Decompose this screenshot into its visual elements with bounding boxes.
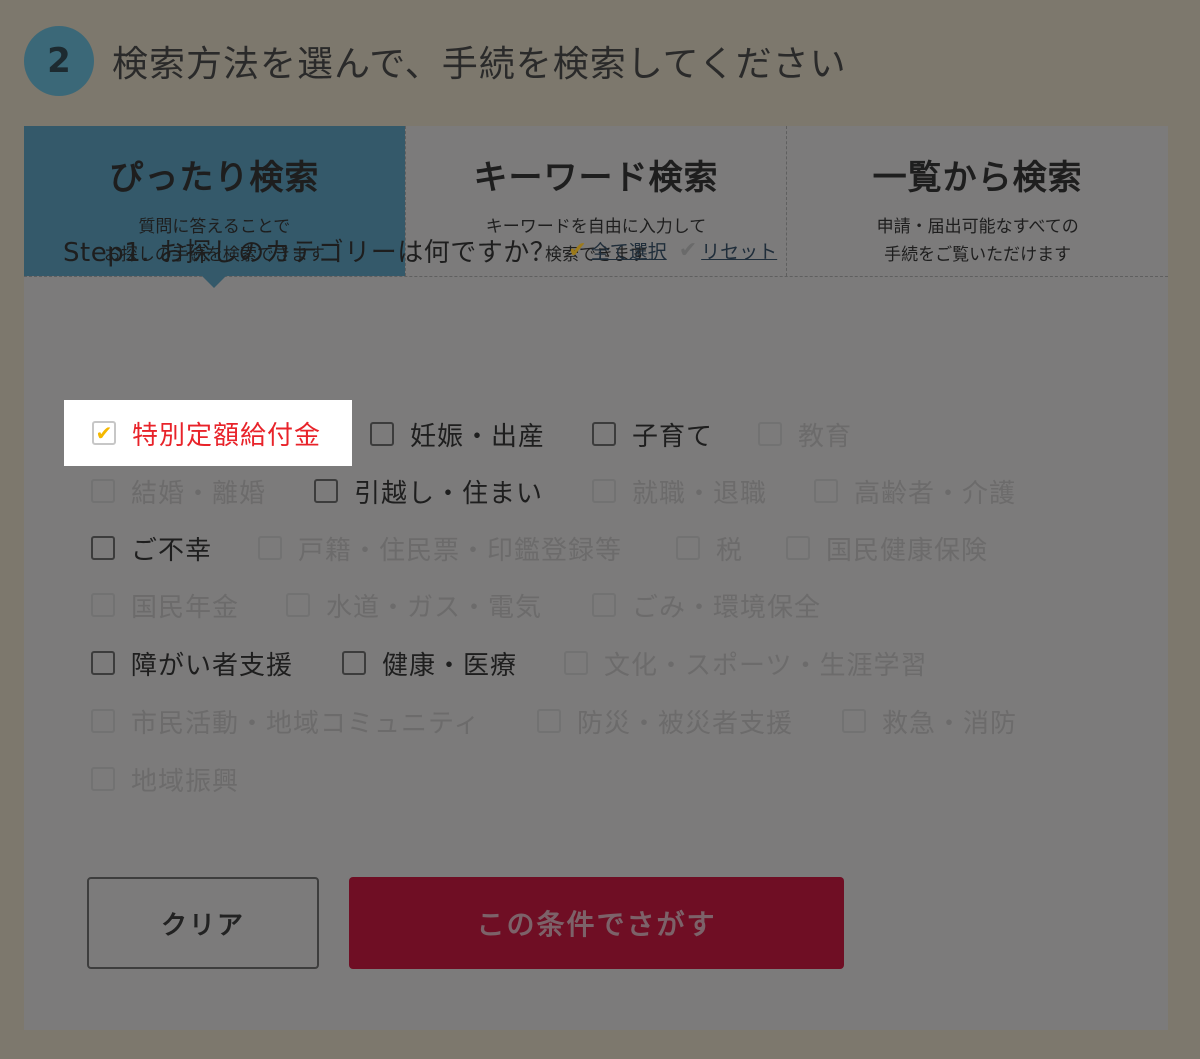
category-label: 水道・ガス・電気 [326,592,543,623]
checkbox[interactable] [676,536,700,560]
category-checkbox-family-register[interactable]: 戸籍・住民票・印鑑登録等 [258,528,622,568]
checkbox[interactable] [258,536,282,560]
category-label: 教育 [798,421,853,452]
category-label: ご不幸 [131,535,213,566]
category-label: ごみ・環境保全 [632,592,822,623]
category-label: 防災・被災者支援 [577,708,794,739]
category-label: 健康・医療 [382,650,518,681]
category-checkbox-waste-environment[interactable]: ごみ・環境保全 [592,585,821,625]
checkbox[interactable] [814,479,838,503]
section-title: 検索方法を選んで、手続を検索してください [112,44,847,85]
category-checkbox-culture-sports[interactable]: 文化・スポーツ・生涯学習 [564,643,927,683]
tab-title: キーワード検索 [473,158,719,198]
category-checkbox-education[interactable]: 教育 [758,414,852,454]
check-icon: ✔ [95,421,113,445]
category-checkbox-health-medical[interactable]: 健康・医療 [342,643,517,683]
category-checkbox-national-health-insurance[interactable]: 国民健康保険 [786,528,988,568]
category-label: 妊娠・出産 [410,421,546,452]
category-label: 国民年金 [131,592,240,623]
category-checkbox-employment[interactable]: 就職・退職 [592,471,767,511]
category-label: 地域振興 [131,766,240,797]
category-label: 高齢者・介護 [854,478,1017,509]
category-checkbox-national-pension[interactable]: 国民年金 [91,585,239,625]
checkbox[interactable] [91,593,115,617]
checkbox[interactable]: ✔ [92,421,116,445]
category-checkbox-pregnancy[interactable]: 妊娠・出産 [370,414,545,454]
category-label: 文化・スポーツ・生涯学習 [604,650,928,681]
category-label: 障がい者支援 [131,650,294,681]
category-label: 結婚・離婚 [131,478,267,509]
tab-description: 申請・届出可能なすべての 手続をご覧いただけます [876,217,1079,265]
category-label: 引越し・住まい [354,478,544,509]
step1-label: Step1. お探しのカテゴリーは何ですか？ [63,238,557,268]
checkbox[interactable] [91,767,115,791]
step-number-badge: 2 [24,26,94,96]
category-label: 市民活動・地域コミュニティ [131,708,481,739]
category-checkbox-regional-promotion[interactable]: 地域振興 [91,759,239,799]
category-label: 税 [716,535,744,566]
search-button[interactable]: この条件でさがす [349,877,844,969]
checkbox[interactable] [592,422,616,446]
checkbox[interactable] [91,709,115,733]
checkbox[interactable] [786,536,810,560]
category-label: 特別定額給付金 [132,420,322,451]
clear-button[interactable]: クリア [87,877,319,969]
category-checkbox-disaster-support[interactable]: 防災・被災者支援 [537,701,793,741]
checkbox[interactable] [758,422,782,446]
checkbox[interactable] [592,593,616,617]
checkbox[interactable] [564,651,588,675]
checkbox[interactable] [91,479,115,503]
tab-title: ぴったり検索 [109,158,320,198]
checkbox[interactable] [91,536,115,560]
checkbox[interactable] [537,709,561,733]
checkbox[interactable] [342,651,366,675]
checkbox[interactable] [314,479,338,503]
category-label: 就職・退職 [632,478,768,509]
checkbox[interactable] [370,422,394,446]
category-checkbox-disability-support[interactable]: 障がい者支援 [91,643,293,683]
category-checkbox-marriage[interactable]: 結婚・離婚 [91,471,266,511]
checkbox[interactable] [286,593,310,617]
category-checkbox-elderly-care[interactable]: 高齢者・介護 [814,471,1016,511]
checkbox[interactable] [91,651,115,675]
category-checkbox-moving-housing[interactable]: 引越し・住まい [314,471,543,511]
category-checkbox-childcare[interactable]: 子育て [592,414,713,454]
category-checkbox-bereavement[interactable]: ご不幸 [91,528,212,568]
check-icon: ✔ [678,238,698,263]
tab-title: 一覧から検索 [872,158,1083,198]
category-checkbox-tokubetsu-teigaku-kyufukin[interactable]: ✔ 特別定額給付金 [64,400,352,466]
checkbox[interactable] [592,479,616,503]
reset-link[interactable]: リセット [701,237,777,264]
category-checkbox-tax[interactable]: 税 [676,528,743,568]
category-label: 救急・消防 [882,708,1018,739]
category-checkbox-civic-community[interactable]: 市民活動・地域コミュニティ [91,701,480,741]
category-label: 国民健康保険 [826,535,989,566]
category-checkbox-utilities[interactable]: 水道・ガス・電気 [286,585,542,625]
tab-list-search[interactable]: 一覧から検索 申請・届出可能なすべての 手続をご覧いただけます [786,126,1168,276]
checkbox[interactable] [842,709,866,733]
category-label: 戸籍・住民票・印鑑登録等 [298,535,623,566]
category-checkbox-emergency-fire[interactable]: 救急・消防 [842,701,1017,741]
select-all-link[interactable]: 全て選択 [591,237,667,264]
step1-question-row: Step1. お探しのカテゴリーは何ですか？ ✔ 全て選択 ✔ リセット [63,232,777,269]
category-label: 子育て [632,421,714,452]
section-header: 2 検索方法を選んで、手続を検索してください [24,26,847,96]
check-icon: ✔ [568,238,587,263]
